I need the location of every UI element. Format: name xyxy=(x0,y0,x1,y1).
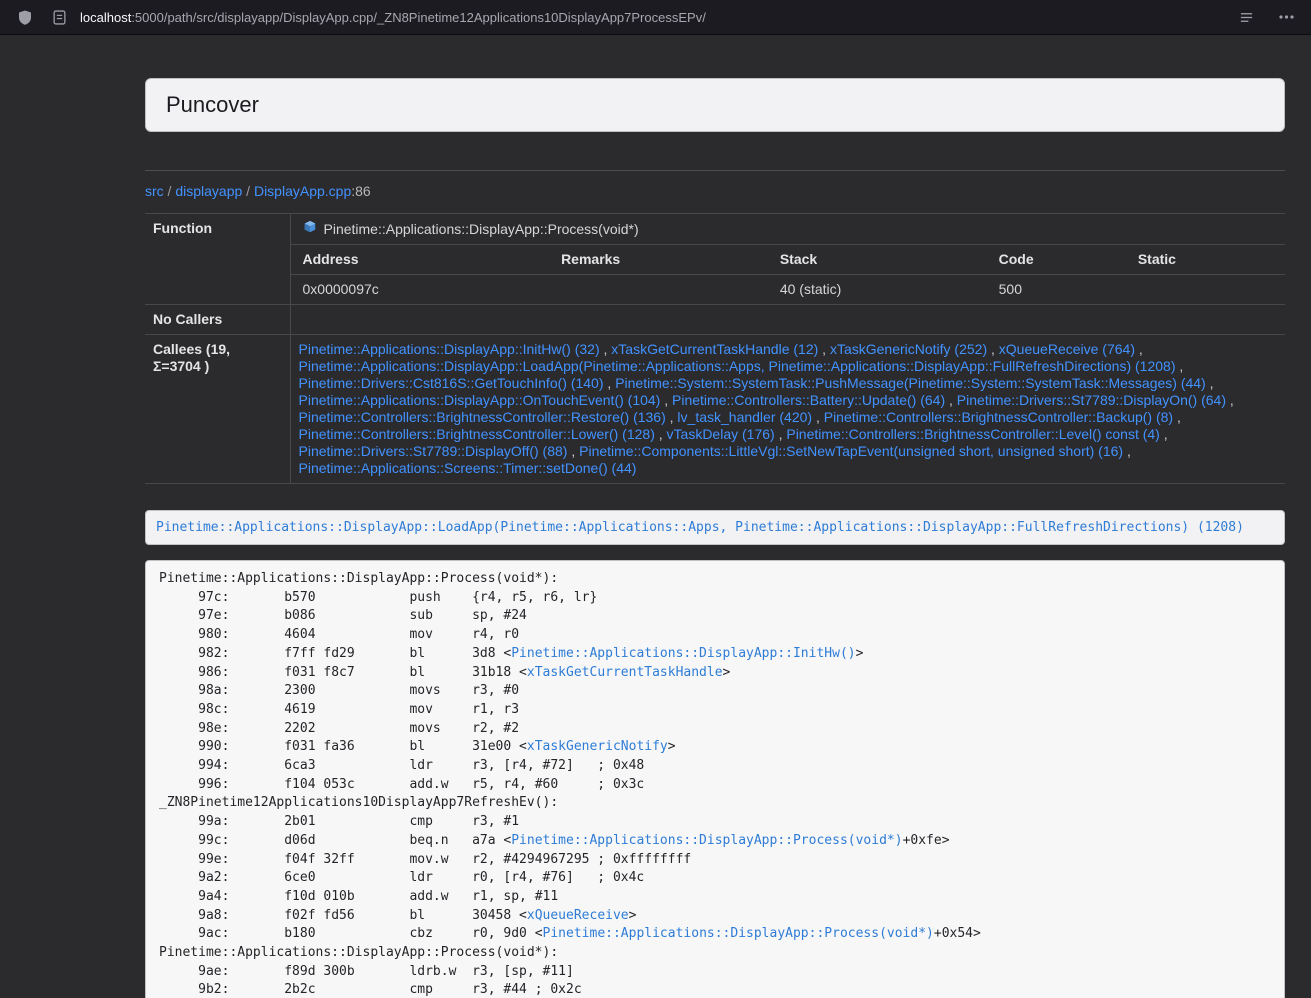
breadcrumb-link[interactable]: displayapp xyxy=(175,183,242,199)
url-path: :5000/path/src/displayapp/DisplayApp.cpp… xyxy=(131,10,706,25)
code-symbol-link[interactable]: Pinetime::Applications::DisplayApp::Proc… xyxy=(511,833,902,848)
callee-link[interactable]: Pinetime::Controllers::BrightnessControl… xyxy=(299,426,655,442)
code-symbol-link[interactable]: xTaskGenericNotify xyxy=(527,739,668,754)
cell-address: 0x0000097c xyxy=(291,275,550,305)
col-remarks: Remarks xyxy=(549,245,768,275)
callee-link[interactable]: Pinetime::Applications::DisplayApp::Init… xyxy=(299,341,600,357)
callee-link[interactable]: xTaskGenericNotify (252) xyxy=(830,341,987,357)
stats-row: Address Remarks Stack Code Static 0x0000… xyxy=(145,245,1285,305)
col-address: Address xyxy=(291,245,550,275)
no-callers-cell xyxy=(290,305,1285,335)
col-code: Code xyxy=(987,245,1126,275)
app-header: Puncover xyxy=(145,78,1285,132)
browser-toolbar: localhost:5000/path/src/displayapp/Displ… xyxy=(0,0,1311,35)
callee-link[interactable]: Pinetime::Drivers::St7789::DisplayOn() (… xyxy=(957,392,1226,408)
url-bar[interactable]: localhost:5000/path/src/displayapp/Displ… xyxy=(46,4,1225,30)
url-text: localhost:5000/path/src/displayapp/Displ… xyxy=(80,10,706,25)
callee-link[interactable]: Pinetime::Applications::Screens::Timer::… xyxy=(299,460,637,476)
symbol-panel-heading: Pinetime::Applications::DisplayApp::Load… xyxy=(145,510,1285,545)
callee-link[interactable]: xQueueReceive (764) xyxy=(999,341,1135,357)
callees-row: Callees (19, Σ=3704 ) Pinetime::Applicat… xyxy=(145,335,1285,484)
breadcrumb-link[interactable]: src xyxy=(145,183,164,199)
callee-link[interactable]: Pinetime::Applications::DisplayApp::Load… xyxy=(299,358,1176,374)
no-callers-label: No Callers xyxy=(145,305,290,335)
reader-view-icon[interactable] xyxy=(1233,4,1259,30)
page-actions-icon[interactable] xyxy=(1273,4,1299,30)
cell-static xyxy=(1126,275,1285,305)
code-symbol-link[interactable]: Pinetime::Applications::DisplayApp::Proc… xyxy=(543,926,934,941)
callee-link[interactable]: Pinetime::Controllers::BrightnessControl… xyxy=(299,409,666,425)
col-stack: Stack xyxy=(768,245,987,275)
callee-link[interactable]: Pinetime::Controllers::Battery::Update()… xyxy=(672,392,945,408)
cell-code: 500 xyxy=(987,275,1126,305)
callee-link[interactable]: lv_task_handler (420) xyxy=(677,409,812,425)
function-table: Function Pinetime::Applications::Display… xyxy=(145,213,1285,484)
function-name: Pinetime::Applications::DisplayApp::Proc… xyxy=(324,221,639,238)
app-title: Puncover xyxy=(166,92,1264,118)
code-symbol-link[interactable]: Pinetime::Applications::DisplayApp::Init… xyxy=(511,646,855,661)
page-content: Puncover src / displayapp / DisplayApp.c… xyxy=(145,35,1285,998)
code-symbol-link[interactable]: xTaskGetCurrentTaskHandle xyxy=(527,665,723,680)
table-row: 0x0000097c 40 (static) 500 xyxy=(291,275,1286,305)
col-static: Static xyxy=(1126,245,1285,275)
callee-link[interactable]: vTaskDelay (176) xyxy=(667,426,775,442)
breadcrumb-line-number: :86 xyxy=(351,183,370,199)
callee-link[interactable]: Pinetime::Drivers::St7789::DisplayOff() … xyxy=(299,443,568,459)
callee-link[interactable]: Pinetime::Controllers::BrightnessControl… xyxy=(824,409,1173,425)
callees-cell: Pinetime::Applications::DisplayApp::Init… xyxy=(290,335,1285,484)
callee-link[interactable]: Pinetime::Controllers::BrightnessControl… xyxy=(786,426,1159,442)
disassembly: Pinetime::Applications::DisplayApp::Proc… xyxy=(145,560,1285,998)
page-info-icon[interactable] xyxy=(46,4,72,30)
url-hostname: localhost xyxy=(80,10,131,25)
callee-link[interactable]: Pinetime::Components::LittleVgl::SetNewT… xyxy=(579,443,1123,459)
cell-remarks xyxy=(549,275,768,305)
function-icon xyxy=(303,220,317,238)
breadcrumb: src / displayapp / DisplayApp.cpp:86 xyxy=(145,183,1285,200)
callee-link[interactable]: Pinetime::Applications::DisplayApp::OnTo… xyxy=(299,392,661,408)
divider xyxy=(145,170,1285,171)
callees-label: Callees (19, Σ=3704 ) xyxy=(145,335,290,484)
breadcrumb-link[interactable]: DisplayApp.cpp xyxy=(254,183,351,199)
callee-link[interactable]: xTaskGetCurrentTaskHandle (12) xyxy=(611,341,818,357)
shield-icon[interactable] xyxy=(12,4,38,30)
no-callers-row: No Callers xyxy=(145,305,1285,335)
cell-stack: 40 (static) xyxy=(768,275,987,305)
symbol-link[interactable]: Pinetime::Applications::DisplayApp::Load… xyxy=(156,520,1244,535)
callee-link[interactable]: Pinetime::System::SystemTask::PushMessag… xyxy=(615,375,1206,391)
code-symbol-link[interactable]: xQueueReceive xyxy=(527,908,629,923)
function-row-label: Function xyxy=(145,214,290,305)
callee-link[interactable]: Pinetime::Drivers::Cst816S::GetTouchInfo… xyxy=(299,375,604,391)
stats-table: Address Remarks Stack Code Static 0x0000… xyxy=(291,245,1286,304)
function-row: Function Pinetime::Applications::Display… xyxy=(145,214,1285,245)
